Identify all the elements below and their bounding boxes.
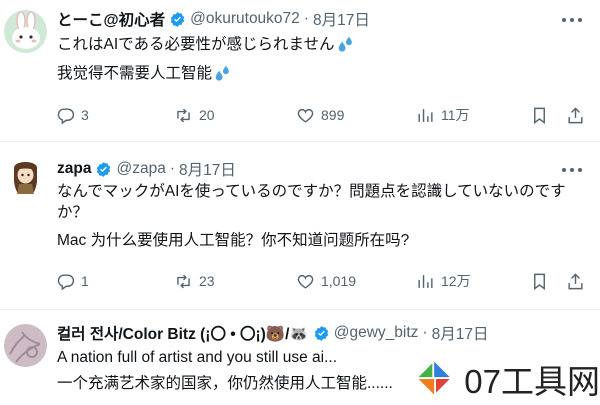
tweet-text-line: これはAIである必要性が感じられません [57,34,577,56]
tweet-text-chinese: 我觉得不需要人工智能 [57,65,213,82]
verified-badge-icon [95,161,112,178]
like-count: 899 [321,107,345,123]
views-icon [418,108,433,122]
like-icon [297,108,314,123]
tweet-header: 컬러 전사/Color Bitz (¡〇 • 〇¡)🐻/🦝 @gewy_bitz… [57,322,488,344]
like-icon [297,274,314,289]
reply-icon [57,273,75,290]
user-handle[interactable]: @zapa [116,160,165,178]
tweet-date[interactable]: 8月17日 [432,322,489,344]
like-button[interactable]: 899 [296,103,344,127]
like-button[interactable]: 1,019 [296,269,356,293]
sweat-drops-emoji-icon [337,35,354,52]
tweet-text-japanese-continued: か？ [57,204,89,221]
retweet-count: 20 [199,107,215,123]
share-button[interactable] [566,269,585,293]
verified-badge-icon [169,11,186,28]
avatar[interactable] [4,324,47,367]
tweet-date[interactable]: 8月17日 [313,8,370,30]
tweet-text-line: Mac 为什么要使用人工智能？你不知道问题所在吗? [57,230,577,252]
views-count: 12万 [441,273,471,289]
bookmark-icon [534,273,545,290]
tweet-2[interactable]: zapa @zapa · 8月17日 なんでマックがAIを使っているのですか？問… [0,141,600,309]
tweet-header: zapa @zapa · 8月17日 [57,158,236,180]
views-button[interactable]: 11万 [416,103,470,127]
tweet-text-line: 我觉得不需要人工智能 [57,63,577,85]
more-icon[interactable] [562,17,582,23]
display-name[interactable]: とーこ@初心者 [57,8,165,30]
separator-dot: · [422,324,428,341]
tweet-1[interactable]: とーこ@初心者 @okurutouko72 · 8月17日 これはAIである必要… [0,0,600,141]
tweet-date[interactable]: 8月17日 [179,158,236,180]
like-count: 1,019 [321,273,357,289]
reply-button[interactable]: 1 [56,269,89,293]
bookmark-button[interactable] [530,103,549,127]
tweet-actions: 3 20 899 11万 [56,103,586,127]
separator-dot: · [303,10,309,27]
reply-icon [57,107,75,124]
tweet-text-japanese: なんでマックがAIを使っているのですか？問題点を認識していないのです [57,183,566,200]
tweet-text-japanese: これはAIである必要性が感じられません [57,36,335,53]
tweet-text-line: なんでマックがAIを使っているのですか？問題点を認識していないのです [57,181,587,203]
tweet-text-chinese: Mac 为什么要使用人工智能？你不知道问题所在吗? [57,232,410,249]
sweat-drops-emoji-icon [214,64,231,81]
retweet-count: 23 [199,273,215,289]
reply-count: 3 [81,107,89,123]
retweet-icon [177,274,190,288]
reply-button[interactable]: 3 [56,103,89,127]
display-name[interactable]: zapa [57,160,91,178]
verified-badge-icon [313,325,330,342]
share-icon [568,272,583,289]
views-count: 11万 [441,107,470,123]
tweet-actions: 1 23 1,019 12万 [56,269,586,293]
views-icon [418,274,433,288]
reply-count: 1 [81,273,89,289]
retweet-button[interactable]: 23 [174,269,215,293]
tweet-text-line: か？ [57,202,577,224]
share-button[interactable] [566,103,585,127]
tweet-text-chinese: 一个充满艺术家的国家，你仍然使用人工智能...... [57,375,393,392]
bookmark-button[interactable] [530,269,549,293]
tweet-header: とーこ@初心者 @okurutouko72 · 8月17日 [57,8,370,30]
tweet-text-english: A nation full of artist and you still us… [57,349,338,366]
retweet-icon [177,108,190,122]
more-icon[interactable] [562,167,582,173]
separator-dot: · [169,160,175,177]
avatar[interactable] [4,10,47,53]
watermark-text: 07工具网 [464,362,600,400]
watermark-logo-icon [418,361,450,395]
user-handle[interactable]: @gewy_bitz [334,324,419,342]
views-button[interactable]: 12万 [416,269,471,293]
bookmark-icon [534,107,545,124]
user-handle[interactable]: @okurutouko72 [190,10,300,28]
retweet-button[interactable]: 20 [174,103,215,127]
avatar[interactable] [4,154,47,197]
display-name[interactable]: 컬러 전사/Color Bitz (¡〇 • 〇¡)🐻/🦝 [57,322,309,344]
share-icon [568,106,583,123]
site-watermark: 07工具网 [408,352,600,405]
